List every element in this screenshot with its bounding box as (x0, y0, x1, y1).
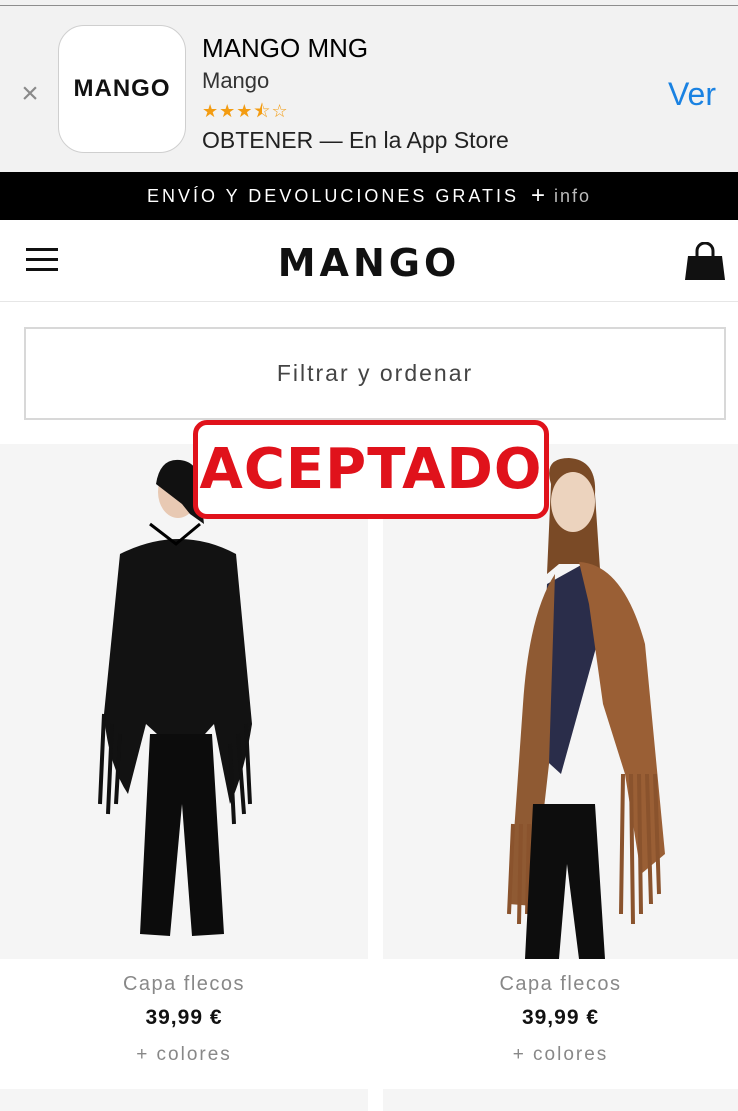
product-name[interactable]: Capa flecos (0, 973, 368, 996)
next-product-image[interactable] (383, 1089, 738, 1111)
next-product-image[interactable] (0, 1089, 368, 1111)
accepted-stamp: ACEPTADO (193, 420, 549, 519)
product-card[interactable]: Capa flecos 39,99 € + colores (0, 444, 368, 1066)
brand-logo[interactable]: MANGO (0, 241, 738, 285)
promo-text: ENVÍO Y DEVOLUCIONES GRATIS (146, 185, 520, 206)
product-photo-brown-cape (383, 444, 738, 959)
main-header: MANGO (0, 220, 738, 302)
product-card[interactable]: Capa flecos 39,99 € + colores (383, 444, 738, 1066)
more-colors-link[interactable]: + colores (383, 1044, 738, 1066)
plus-icon: + (531, 182, 549, 209)
app-store-get-text: OBTENER — En la App Store (202, 127, 509, 153)
shopping-bag-icon[interactable] (684, 242, 726, 282)
product-photo-black-cape (0, 444, 368, 959)
shipping-promo-bar[interactable]: ENVÍO Y DEVOLUCIONES GRATIS + info (0, 172, 738, 220)
app-icon-logo: MANGO (73, 75, 171, 102)
app-developer: Mango (202, 68, 270, 93)
star-rating-icon: ★★★⯪☆ (202, 101, 289, 122)
close-icon[interactable]: × (18, 79, 42, 109)
product-image[interactable] (383, 444, 738, 959)
product-image[interactable] (0, 444, 368, 959)
smart-app-banner: × MANGO MANGO MNG Mango ★★★⯪☆ OBTENER — … (0, 6, 738, 172)
view-button[interactable]: Ver (668, 76, 716, 113)
promo-info-link[interactable]: info (554, 186, 591, 207)
more-colors-link[interactable]: + colores (0, 1044, 368, 1066)
product-name[interactable]: Capa flecos (383, 973, 738, 996)
app-name: MANGO MNG (202, 33, 369, 63)
stamp-text: ACEPTADO (199, 437, 543, 502)
product-price: 39,99 € (521, 1006, 600, 1029)
product-price: 39,99 € (145, 1006, 223, 1029)
app-icon[interactable]: MANGO (58, 25, 186, 153)
filter-sort-button[interactable]: Filtrar y ordenar (24, 327, 726, 420)
